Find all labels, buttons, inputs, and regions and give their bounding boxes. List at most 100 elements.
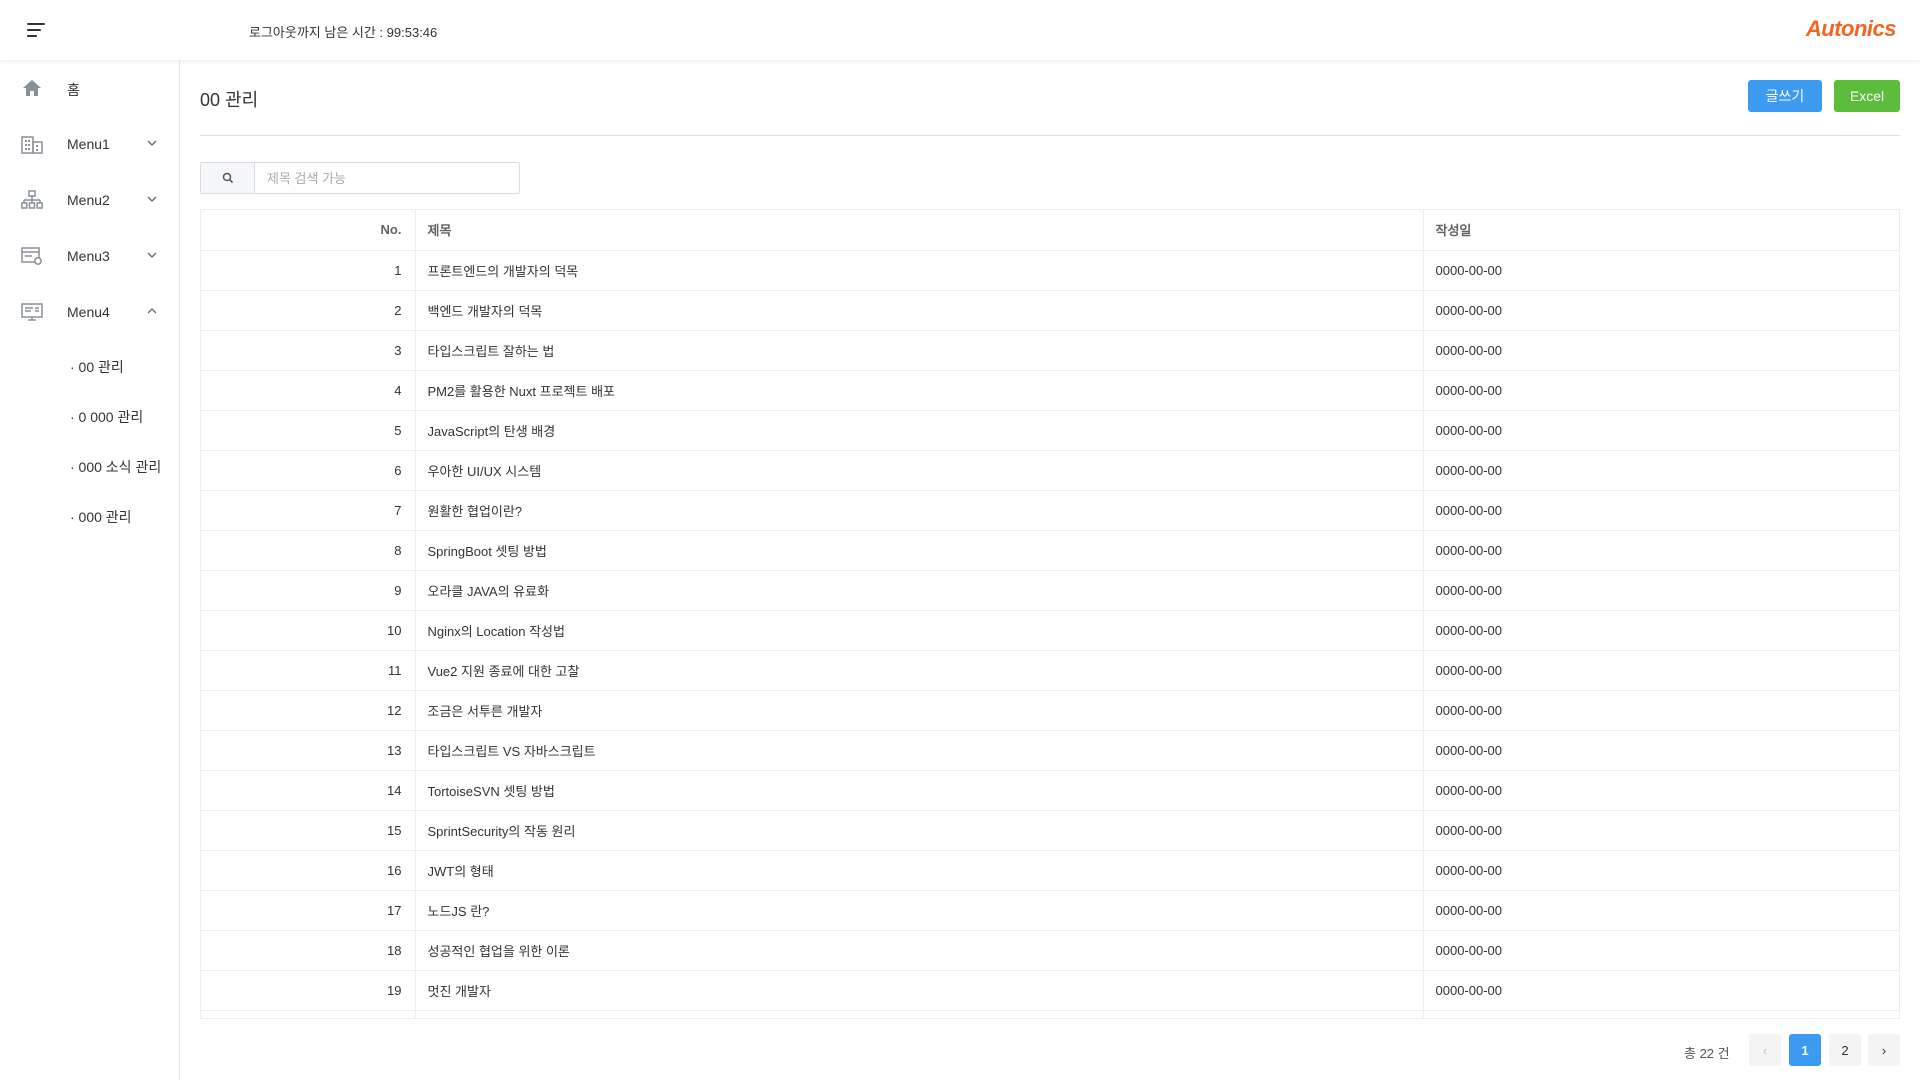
cell-title[interactable]: Vue2 지원 종료에 대한 고찰 — [414, 650, 1423, 691]
sidebar-subitem-news-manage[interactable]: · 000 소식 관리 — [70, 457, 161, 477]
page-button-2[interactable]: 2 — [1829, 1034, 1861, 1066]
sidebar-item-label: Menu4 — [67, 304, 110, 320]
table-row[interactable]: 18 성공적인 협업을 위한 이론 0000-00-00 — [201, 930, 1899, 971]
cell-date: 0000-00-00 — [1422, 770, 1899, 811]
cell-title[interactable]: 프론트엔드의 개발자의 덕목 — [414, 250, 1423, 291]
cell-no: 16 — [201, 850, 415, 891]
cell-title[interactable]: 노드JS 란? — [414, 890, 1423, 931]
cell-title[interactable]: JavaScript의 탄생 배경 — [414, 410, 1423, 451]
sidebar-item-label: Menu1 — [67, 136, 110, 152]
sidebar-item-label: 홈 — [67, 82, 80, 98]
cell-no: 10 — [201, 610, 415, 651]
menu-toggle-icon[interactable] — [27, 21, 49, 39]
table-row[interactable]: 5 JavaScript의 탄생 배경 0000-00-00 — [201, 410, 1899, 451]
cell-no: 1 — [201, 250, 415, 291]
cell-date: 0000-00-00 — [1422, 450, 1899, 491]
monitor-icon — [21, 303, 43, 321]
sidebar-item-menu1[interactable]: Menu1 — [0, 124, 180, 164]
table-row[interactable]: 4 PM2를 활용한 Nuxt 프로젝트 배포 0000-00-00 — [201, 370, 1899, 411]
cell-title[interactable]: JWT의 형태 — [414, 850, 1423, 891]
sidebar-subitem-000-manage[interactable]: · 000 관리 — [70, 507, 132, 527]
cell-no: 12 — [201, 690, 415, 731]
table-row[interactable]: 12 조금은 서투른 개발자 0000-00-00 — [201, 690, 1899, 731]
board-table: No. 제목 작성일 1 프론트엔드의 개발자의 덕목 0000-00-00 2 백엔드… — [200, 209, 1900, 1019]
cell-date: 0000-00-00 — [1422, 370, 1899, 411]
table-row[interactable]: 3 타입스크립트 잘하는 법 0000-00-00 — [201, 330, 1899, 371]
search-icon — [222, 172, 233, 184]
table-row[interactable]: 11 Vue2 지원 종료에 대한 고찰 0000-00-00 — [201, 650, 1899, 691]
table-row[interactable]: 2 백엔드 개발자의 덕목 0000-00-00 — [201, 290, 1899, 331]
cell-no: 13 — [201, 730, 415, 771]
total-count: 총 22 건 — [1684, 1046, 1730, 1061]
excel-button[interactable]: Excel — [1834, 80, 1900, 112]
chevron-up-icon — [147, 308, 157, 314]
sidebar-item-menu4[interactable]: Menu4 — [0, 292, 180, 332]
sidebar-subitem-0000-manage[interactable]: · 0 000 관리 — [70, 407, 143, 427]
search-input[interactable] — [256, 163, 518, 193]
cell-title[interactable]: PM2를 활용한 Nuxt 프로젝트 배포 — [414, 370, 1423, 411]
table-row[interactable]: 7 원활한 협업이란? 0000-00-00 — [201, 490, 1899, 531]
sidebar-item-home[interactable]: 홈 — [0, 68, 180, 108]
next-page-button[interactable]: › — [1868, 1034, 1900, 1066]
table-row[interactable]: 8 SpringBoot 셋팅 방법 0000-00-00 — [201, 530, 1899, 571]
autonics-logo[interactable]: Autonics — [1806, 16, 1897, 42]
chevron-down-icon — [147, 196, 157, 202]
column-header-no[interactable]: No. — [201, 210, 415, 251]
cell-title[interactable]: 우아한 UI/UX 시스템 — [414, 450, 1423, 491]
table-row-partial — [201, 1010, 1899, 1018]
table-row[interactable]: 19 멋진 개발자 0000-00-00 — [201, 970, 1899, 1011]
cell-no: 14 — [201, 770, 415, 811]
table-row[interactable]: 6 우아한 UI/UX 시스템 0000-00-00 — [201, 450, 1899, 491]
cell-date: 0000-00-00 — [1422, 570, 1899, 611]
cell-date: 0000-00-00 — [1422, 250, 1899, 291]
cell-title[interactable]: 멋진 개발자 — [414, 970, 1423, 1011]
cell-title[interactable]: 원활한 협업이란? — [414, 490, 1423, 531]
cell-title[interactable]: SpringBoot 셋팅 방법 — [414, 530, 1423, 571]
cell-no: 2 — [201, 290, 415, 331]
home-icon — [23, 80, 41, 96]
settings-list-icon — [21, 247, 42, 265]
search-button[interactable] — [201, 163, 255, 193]
cell-date: 0000-00-00 — [1422, 930, 1899, 971]
table-row[interactable]: 15 SprintSecurity의 작동 원리 0000-00-00 — [201, 810, 1899, 851]
cell-title[interactable]: 조금은 서투른 개발자 — [414, 690, 1423, 731]
sidebar-subitem-00-manage[interactable]: · 00 관리 — [70, 357, 124, 377]
column-header-title[interactable]: 제목 — [414, 210, 1423, 251]
cell-date: 0000-00-00 — [1422, 890, 1899, 931]
chevron-down-icon — [147, 140, 157, 146]
cell-date: 0000-00-00 — [1422, 810, 1899, 851]
cell-date: 0000-00-00 — [1422, 330, 1899, 371]
cell-title[interactable]: SprintSecurity의 작동 원리 — [414, 810, 1423, 851]
table-row[interactable]: 17 노드JS 란? 0000-00-00 — [201, 890, 1899, 931]
table-row[interactable]: 14 TortoiseSVN 셋팅 방법 0000-00-00 — [201, 770, 1899, 811]
sidebar: 홈 Menu1 Menu2 Menu3 Menu4 · 00 관리 · 0 00… — [0, 60, 180, 1080]
cell-title[interactable]: 타입스크립트 VS 자바스크립트 — [414, 730, 1423, 771]
table-row[interactable]: 13 타입스크립트 VS 자바스크립트 0000-00-00 — [201, 730, 1899, 771]
prev-page-button[interactable]: ‹ — [1749, 1034, 1781, 1066]
cell-date: 0000-00-00 — [1422, 850, 1899, 891]
cell-title[interactable]: TortoiseSVN 셋팅 방법 — [414, 770, 1423, 811]
page-button-1[interactable]: 1 — [1789, 1034, 1821, 1066]
cell-date: 0000-00-00 — [1422, 290, 1899, 331]
cell-no: 15 — [201, 810, 415, 851]
cell-date: 0000-00-00 — [1422, 650, 1899, 691]
cell-title[interactable]: 오라클 JAVA의 유료화 — [414, 570, 1423, 611]
cell-date: 0000-00-00 — [1422, 410, 1899, 451]
table-row[interactable]: 1 프론트엔드의 개발자의 덕목 0000-00-00 — [201, 250, 1899, 291]
cell-title[interactable]: Nginx의 Location 작성법 — [414, 610, 1423, 651]
sidebar-item-menu3[interactable]: Menu3 — [0, 236, 180, 276]
table-row[interactable]: 16 JWT의 형태 0000-00-00 — [201, 850, 1899, 891]
logout-timer: 로그아웃까지 남은 시간 : 99:53:46 — [249, 25, 438, 40]
table-row[interactable]: 10 Nginx의 Location 작성법 0000-00-00 — [201, 610, 1899, 651]
cell-title[interactable]: 성공적인 협업을 위한 이론 — [414, 930, 1423, 971]
top-header: 로그아웃까지 남은 시간 : 99:53:46 Autonics — [0, 0, 1920, 60]
cell-no: 18 — [201, 930, 415, 971]
write-button[interactable]: 글쓰기 — [1748, 80, 1822, 112]
cell-title[interactable]: 백엔드 개발자의 덕목 — [414, 290, 1423, 331]
cell-title[interactable]: 타입스크립트 잘하는 법 — [414, 330, 1423, 371]
column-header-date[interactable]: 작성일 — [1422, 210, 1899, 251]
table-row[interactable]: 9 오라클 JAVA의 유료화 0000-00-00 — [201, 570, 1899, 611]
cell-no: 3 — [201, 330, 415, 371]
sidebar-item-menu2[interactable]: Menu2 — [0, 180, 180, 220]
cell-no: 6 — [201, 450, 415, 491]
